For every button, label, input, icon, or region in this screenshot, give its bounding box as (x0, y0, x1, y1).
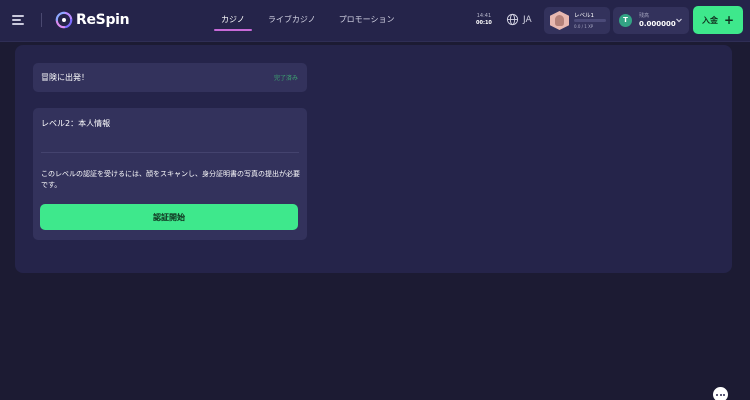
logo-text: ReSpin (76, 12, 130, 28)
logo[interactable]: ReSpin (55, 11, 130, 29)
chevron-down-icon (676, 18, 682, 23)
top-header: ReSpin カジノ ライブカジノ プロモーション 14:41 00:10 JA… (0, 0, 750, 42)
wallet-balance: 0.000000 (639, 20, 676, 28)
divider (41, 152, 299, 153)
header-divider (41, 13, 42, 27)
tab-casino[interactable]: カジノ (214, 0, 252, 42)
wallet-dropdown[interactable]: T 残高 0.000000 (613, 7, 689, 34)
level-xp: 0.0 / 1 XP (574, 24, 594, 29)
level-widget[interactable]: レベル1 0.0 / 1 XP (544, 7, 610, 34)
plus-icon: + (723, 13, 735, 27)
level2-card: レベル2：本人情報 このレベルの認証を受けるには、顔をスキャンし、身分証明書の写… (33, 108, 307, 240)
respin-logo-icon (55, 11, 73, 29)
adventure-title: 冒険に出発！ (41, 73, 89, 82)
clock-line2: 00:10 (476, 20, 492, 26)
avatar (550, 11, 569, 30)
level-label: レベル1 (574, 13, 594, 19)
globe-icon (506, 13, 519, 26)
deposit-button[interactable]: 入金 + (693, 6, 743, 34)
main-nav: カジノ ライブカジノ プロモーション (214, 0, 411, 42)
language-selector[interactable]: JA (506, 13, 532, 26)
language-label: JA (523, 14, 532, 25)
menu-icon[interactable] (12, 15, 24, 25)
tab-live-casino[interactable]: ライブカジノ (261, 0, 323, 42)
level2-title: レベル2：本人情報 (41, 119, 111, 128)
wallet-label: 残高 (639, 13, 650, 19)
tab-promotions[interactable]: プロモーション (332, 0, 402, 42)
adventure-card: 冒険に出発！ 完了済み (33, 63, 307, 92)
level-progress-bar (574, 19, 606, 22)
chat-icon[interactable] (713, 387, 728, 400)
level2-description: このレベルの認証を受けるには、顔をスキャンし、身分証明書の写真の提出が必要です。 (41, 170, 300, 189)
start-verification-button[interactable]: 認証開始 (40, 204, 298, 230)
clock-line1: 14:41 (476, 13, 492, 19)
status-badge: 完了済み (273, 75, 298, 82)
tether-coin-icon: T (619, 14, 632, 27)
deposit-label: 入金 (701, 15, 718, 25)
clock: 14:41 00:10 (476, 13, 492, 27)
